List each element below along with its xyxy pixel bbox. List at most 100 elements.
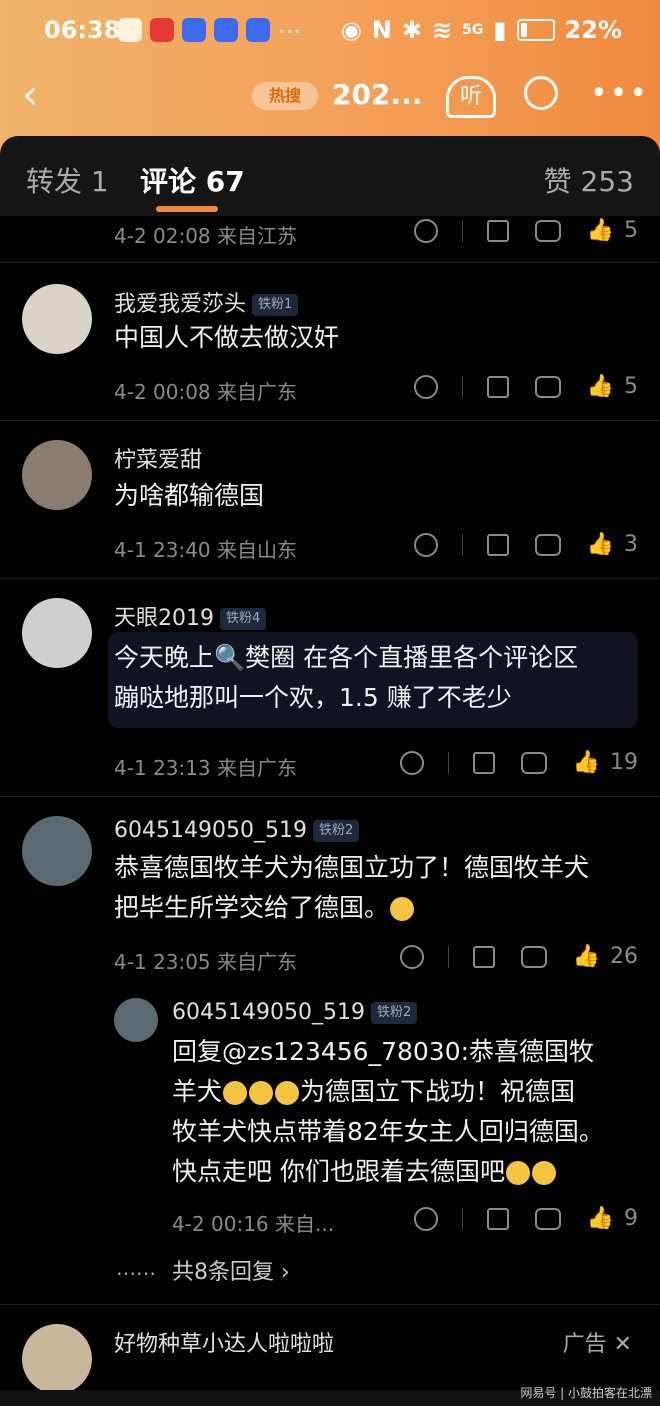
reply-avatar[interactable] [114,998,158,1042]
action-separator [447,945,449,968]
like-icon[interactable]: 👍 [587,532,614,557]
emoji-icon [275,1081,300,1105]
reply-line: 回复@zs123456_78030:恭喜德国牧 [172,1037,595,1066]
action-separator [461,533,463,556]
dislike-icon[interactable] [399,750,424,775]
comment-text: 恭喜德国牧羊犬为德国立功了！德国牧羊犬 把毕生所学交给了德国。 [114,848,644,928]
emoji-icon [390,897,415,921]
bluetooth-icon: ✱ [401,16,422,44]
reply-icon[interactable] [534,375,561,398]
avatar[interactable] [22,598,92,668]
notification-icons: ··· [118,18,301,46]
like-count: 26 [610,944,638,969]
action-separator [461,219,463,242]
reply-line-text: 为德国立下战功！祝德国 [300,1077,576,1106]
comment-actions: 👍 3 [413,532,638,557]
comment-line: 今天晚上🔍樊圈 在各个直播里各个评论区 [114,643,579,672]
author-name[interactable]: 6045149050_519 [114,818,307,843]
nav-bar: ‹ 热搜 202... 听 ••• [0,72,660,122]
share-icon[interactable] [472,751,495,774]
comment-meta: 4-2 02:08 来自江苏 [114,224,298,248]
share-icon[interactable] [486,533,509,556]
like-icon[interactable]: 👍 [587,374,614,399]
wifi-icon: ≋ [431,16,453,44]
ad-author[interactable]: 好物种草小达人啦啦啦 [114,1326,334,1358]
tab-likes[interactable]: 赞 253 [544,160,634,200]
comment-author[interactable]: 6045149050_519 铁粉2 [114,818,360,843]
reply-line: 牧羊犬快点带着82年女主人回归德国。 [172,1117,604,1146]
reply-icon[interactable] [534,1207,561,1230]
comment-text: 为啥都输德国 [114,481,265,510]
like-icon[interactable]: 👍 [573,750,600,775]
reply-author[interactable]: 6045149050_519 铁粉2 [172,1000,418,1025]
reply-icon[interactable] [534,533,561,556]
comment-actions: 👍 19 [399,750,638,775]
author-name[interactable]: 柠菜爱甜 [114,448,202,473]
comment-meta: 4-1 23:05 来自广东 [114,950,298,974]
comment-author[interactable]: 柠菜爱甜 [114,442,202,474]
dislike-icon[interactable] [413,374,438,399]
like-count: 5 [624,218,638,243]
comment-text: 中国人不做去做汉奸 [114,323,340,352]
more-replies-link[interactable]: 共8条回复 › [172,1254,290,1286]
share-icon[interactable] [486,1207,509,1230]
comment-author[interactable]: 天眼2019 铁粉4 [114,600,267,632]
signal-icon: ▮ [493,16,507,44]
avatar[interactable] [22,440,92,510]
avatar[interactable] [22,284,92,354]
share-icon[interactable] [486,219,509,242]
emoji-icon [249,1081,274,1105]
author-name[interactable]: 天眼2019 [114,606,214,631]
comment-author[interactable]: 我爱我爱莎头 铁粉1 [114,286,299,318]
dislike-icon[interactable] [413,532,438,557]
network-label: 5G [462,22,484,38]
reply-text: 回复@zs123456_78030:恭喜德国牧 羊犬 为德国立下战功！祝德国 牧羊… [172,1032,642,1192]
dislike-icon[interactable] [413,1206,438,1231]
comment-actions: 👍 5 [413,218,638,243]
back-icon[interactable]: ‹ [22,72,38,118]
divider [0,578,660,579]
like-count: 3 [624,532,638,557]
comment-meta: 4-1 23:40 来自山东 [114,538,298,562]
reply-icon[interactable] [520,751,547,774]
comment-meta: 4-2 00:08 来自广东 [114,380,298,404]
dislike-icon[interactable] [399,944,424,969]
watermark: 网易号 | 小鼓拍客在北漂 [520,1386,652,1400]
like-icon[interactable]: 👍 [587,1206,614,1231]
dislike-icon[interactable] [413,218,438,243]
like-icon[interactable]: 👍 [587,218,614,243]
ad-label[interactable]: 广告 ✕ [563,1326,632,1358]
active-tab-indicator [156,206,218,212]
metro-app-icon [150,18,174,42]
tab-comment[interactable]: 评论 67 [140,160,245,200]
tab-repost[interactable]: 转发 1 [26,160,109,200]
more-options-icon[interactable]: ••• [590,76,649,111]
author-name[interactable]: 我爱我爱莎头 [114,292,246,317]
listen-button[interactable]: 听 [446,76,496,118]
search-icon[interactable] [524,76,558,110]
reply-line-text: 羊犬 [172,1077,223,1106]
comment-line-text: 把毕生所学交给了德国。 [114,893,390,922]
more-notifications-icon: ··· [278,18,301,46]
author-name[interactable]: 6045149050_519 [172,1000,365,1025]
app-icon-1 [182,18,206,42]
hot-search-tag[interactable]: 热搜 [252,82,318,110]
fan-badge: 铁粉2 [312,820,360,842]
like-icon[interactable]: 👍 [573,944,600,969]
share-icon[interactable] [486,375,509,398]
ad-avatar[interactable] [22,1324,92,1394]
divider [0,796,660,797]
reply-icon[interactable] [520,945,547,968]
reply-line: 快点走吧 你们也跟着去德国吧 [172,1152,642,1192]
reply-icon[interactable] [534,219,561,242]
fan-badge: 铁粉4 [220,608,267,630]
reply-actions: 👍 9 [413,1206,638,1231]
nfc-icon: N [371,16,392,44]
battery-icon [516,19,555,41]
system-icons: ◉ N ✱ ≋ 5G ▮ 22% [341,16,622,44]
eye-icon: ◉ [340,16,362,44]
comment-actions: 👍 5 [413,374,638,399]
emoji-icon [531,1161,556,1185]
share-icon[interactable] [472,945,495,968]
avatar[interactable] [22,816,92,886]
